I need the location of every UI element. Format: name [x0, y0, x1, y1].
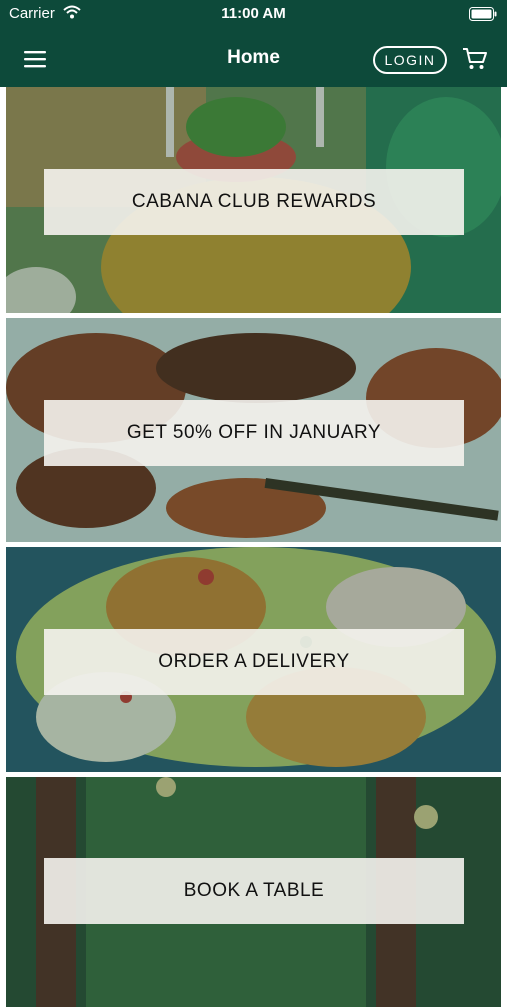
tile-label-box: GET 50% OFF IN JANUARY	[44, 400, 464, 466]
tile-order-delivery[interactable]: ORDER A DELIVERY	[6, 547, 501, 772]
tile-label: ORDER A DELIVERY	[158, 651, 350, 672]
tile-label-box: BOOK A TABLE	[44, 858, 464, 924]
nav-bar: Home LOGIN	[0, 30, 507, 87]
tile-january-offer[interactable]: GET 50% OFF IN JANUARY	[6, 318, 501, 542]
status-bar: Carrier 11:00 AM	[0, 0, 507, 30]
tile-cabana-club-rewards[interactable]: CABANA CLUB REWARDS	[6, 87, 501, 313]
tile-list: CABANA CLUB REWARDS GET 50% OFF IN JANUA…	[0, 87, 507, 1007]
status-time: 11:00 AM	[221, 5, 286, 22]
tile-label: GET 50% OFF IN JANUARY	[126, 422, 382, 443]
tile-label: BOOK A TABLE	[183, 880, 325, 901]
tile-label-box: ORDER A DELIVERY	[44, 629, 464, 695]
tile-label-box: CABANA CLUB REWARDS	[44, 169, 464, 235]
battery-icon	[469, 7, 497, 26]
login-button[interactable]: LOGIN	[373, 46, 447, 74]
tile-book-table[interactable]: BOOK A TABLE	[6, 777, 501, 1007]
cart-icon[interactable]	[462, 47, 488, 76]
tile-label: CABANA CLUB REWARDS	[131, 191, 377, 212]
